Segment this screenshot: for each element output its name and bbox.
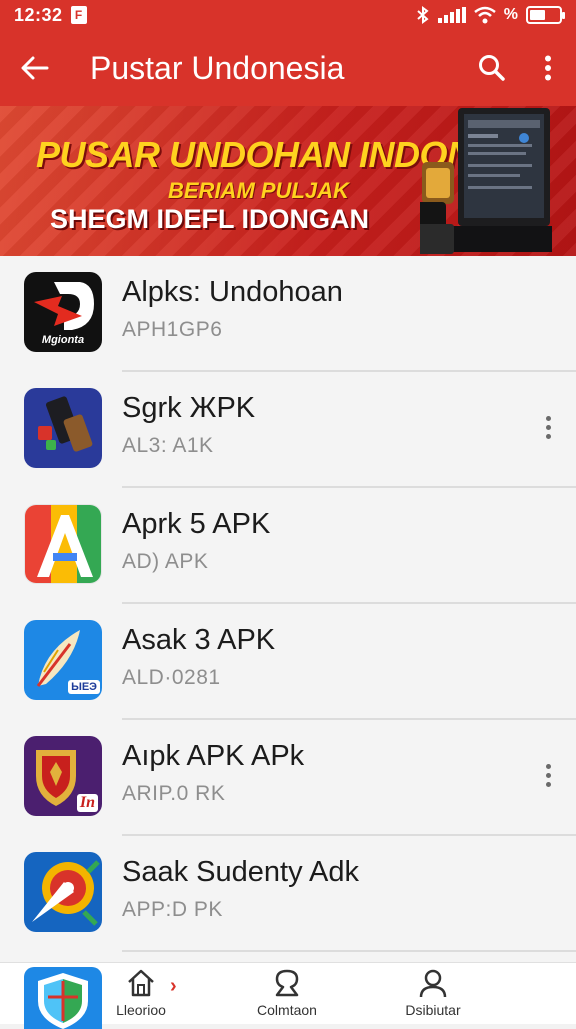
list-item[interactable]: In Aıpk APK APk ARIP.0 RK xyxy=(0,720,576,836)
app-subtitle: ALD·0281 xyxy=(122,666,221,689)
banner-subheadline: BERIAM PULJAK xyxy=(168,178,349,203)
rocket-graphic-icon xyxy=(32,860,100,926)
tools-graphic-icon xyxy=(38,396,93,452)
divider xyxy=(122,950,576,952)
red-arrow-app-icon: Mgionta xyxy=(24,272,102,352)
app-subtitle: AL3: A1K xyxy=(122,434,214,457)
search-button[interactable] xyxy=(464,30,520,106)
app-icon-caption: Mgionta xyxy=(41,334,85,346)
nav-label: Lleorioo xyxy=(116,1002,166,1018)
blue-tools-app-icon xyxy=(24,388,102,468)
app-title: Saak Sudenty Adk xyxy=(122,856,359,888)
item-more-button[interactable] xyxy=(538,412,558,442)
status-bar: 12:32 F % xyxy=(0,0,576,30)
laptop-illustration-icon xyxy=(420,108,552,254)
rainbow-a-graphic-icon xyxy=(25,505,101,583)
blue-feather-app-icon: ЫЕЭ xyxy=(24,620,102,700)
promo-banner[interactable]: PUSAR UNDOHAN INDONSIA BERIAM PULJAK SHE… xyxy=(0,106,576,256)
battery-icon xyxy=(526,6,565,24)
list-item[interactable]: Mgionta Alpks: Undohoan APH1GP6 xyxy=(0,256,576,372)
app-title: Alpks: Undohoan xyxy=(122,276,343,308)
app-list: Mgionta Alpks: Undohoan APH1GP6 Sgrk ЖPK… xyxy=(0,256,576,962)
app-title: Asak 3 APK xyxy=(122,624,276,656)
signal-icon xyxy=(437,7,466,23)
rainbow-a-app-icon xyxy=(24,504,102,584)
app-subtitle: APP:D PK xyxy=(122,898,223,921)
list-item[interactable]: Aprk 5 APK AD) APK xyxy=(0,488,576,604)
app-subtitle: APH1GP6 xyxy=(122,318,223,341)
nav-item-home[interactable]: Lleorioo xyxy=(86,967,196,1023)
notification-flag-icon: F xyxy=(70,6,87,24)
arrow-left-icon xyxy=(21,56,49,80)
status-time: 12:32 xyxy=(14,4,63,25)
status-indicators: % xyxy=(416,6,565,24)
app-bar: Pustar Undonesia xyxy=(0,30,576,106)
list-item[interactable]: ЫЕЭ Asak 3 APK ALD·0281 xyxy=(0,604,576,720)
nav-item-profile[interactable]: Dsibiutar xyxy=(378,967,488,1023)
app-icon-badge: ЫЕЭ xyxy=(68,680,100,694)
nav-label: Dsibiutar xyxy=(405,1002,461,1018)
colorful-rocket-app-icon xyxy=(24,852,102,932)
bottom-navigation: Lleorioo › Colmtaon Dsibiutar xyxy=(0,962,576,1029)
app-subtitle: AD) APK xyxy=(122,550,209,573)
nav-label: Colmtaon xyxy=(257,1002,317,1018)
banner-tagline: SHEGM IDEFL IDONGAN xyxy=(50,204,370,234)
search-icon xyxy=(479,55,505,81)
battery-percent-label: % xyxy=(503,6,518,23)
bluetooth-icon xyxy=(417,6,429,24)
community-icon xyxy=(275,969,299,997)
app-title: Sgrk ЖPK xyxy=(122,392,256,424)
app-title: Aprk 5 APK xyxy=(122,508,271,540)
app-title: Aıpk APK APk xyxy=(122,740,305,772)
list-item[interactable]: Saak Sudenty Adk APP:D PK xyxy=(0,836,576,952)
overflow-menu-button[interactable] xyxy=(520,30,576,106)
wifi-icon xyxy=(473,6,496,24)
app-subtitle: ARIP.0 RK xyxy=(122,782,226,805)
item-more-button[interactable] xyxy=(538,760,558,790)
list-item[interactable]: Sgrk ЖPK AL3: A1K xyxy=(0,372,576,488)
battery-level xyxy=(530,10,546,20)
home-icon xyxy=(128,969,154,997)
back-button[interactable] xyxy=(0,30,70,106)
nav-item-community[interactable]: Colmtaon xyxy=(232,967,342,1023)
page-title: Pustar Undonesia xyxy=(90,49,345,86)
more-vert-icon xyxy=(545,55,551,81)
app-icon-badge: In xyxy=(76,794,98,812)
profile-icon xyxy=(419,969,447,998)
purple-shield-app-icon: In xyxy=(24,736,102,816)
chevron-right-icon: › xyxy=(170,975,177,997)
